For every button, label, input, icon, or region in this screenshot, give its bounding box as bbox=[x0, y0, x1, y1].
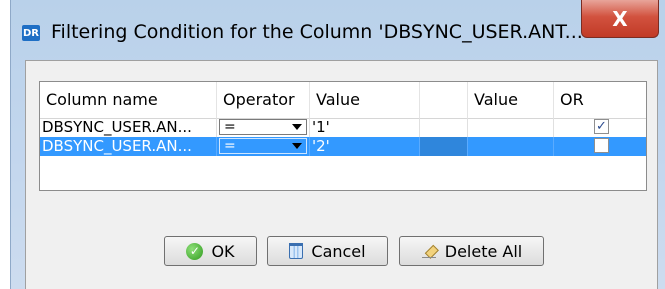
table-row-selected[interactable]: DBSYNC_USER.AN... = '2' bbox=[40, 137, 646, 156]
or-checkbox[interactable] bbox=[594, 138, 609, 153]
operator-dropdown[interactable]: = bbox=[219, 119, 307, 135]
cell-value-2[interactable] bbox=[468, 118, 554, 137]
cell-blank[interactable] bbox=[420, 118, 468, 137]
ok-label: OK bbox=[211, 241, 235, 261]
header-column-name[interactable]: Column name bbox=[40, 82, 217, 118]
table-header: Column name Operator Value Value OR bbox=[40, 82, 646, 119]
cell-value[interactable]: '1' bbox=[310, 118, 420, 137]
operator-dropdown[interactable]: = bbox=[219, 138, 307, 154]
operator-value: = bbox=[224, 138, 236, 154]
trash-icon bbox=[289, 243, 304, 259]
check-circle-icon: ✓ bbox=[186, 242, 204, 260]
conditions-table[interactable]: Column name Operator Value Value OR DBSY… bbox=[39, 81, 647, 191]
delete-all-button[interactable]: Delete All bbox=[399, 236, 544, 266]
header-operator[interactable]: Operator bbox=[217, 82, 310, 118]
delete-all-label: Delete All bbox=[444, 241, 523, 261]
cell-operator: = bbox=[217, 137, 310, 156]
cell-column-name[interactable]: DBSYNC_USER.AN... bbox=[40, 137, 217, 156]
table-row[interactable]: DBSYNC_USER.AN... = '1' ✓ bbox=[40, 118, 646, 137]
header-value-2[interactable]: Value bbox=[468, 82, 554, 118]
eraser-icon bbox=[421, 243, 437, 259]
cell-or: ✓ bbox=[554, 118, 646, 137]
chevron-down-icon bbox=[292, 143, 302, 149]
close-button[interactable]: X bbox=[581, 0, 659, 38]
cell-or bbox=[554, 137, 646, 156]
header-value[interactable]: Value bbox=[310, 82, 420, 118]
close-icon: X bbox=[612, 6, 628, 31]
cell-operator: = bbox=[217, 118, 310, 137]
cell-blank[interactable] bbox=[420, 137, 468, 156]
or-checkbox[interactable]: ✓ bbox=[594, 119, 609, 134]
cell-column-name[interactable]: DBSYNC_USER.AN... bbox=[40, 118, 217, 137]
header-or[interactable]: OR bbox=[554, 82, 646, 118]
cell-value-2[interactable] bbox=[468, 137, 554, 156]
header-blank[interactable] bbox=[420, 82, 468, 118]
window-title: Filtering Condition for the Column 'DBSY… bbox=[51, 21, 583, 43]
chevron-down-icon bbox=[292, 124, 302, 130]
dialog-body: Column name Operator Value Value OR DBSY… bbox=[25, 60, 658, 289]
cancel-button[interactable]: Cancel bbox=[267, 236, 388, 266]
cancel-label: Cancel bbox=[311, 241, 366, 261]
title-bar[interactable]: DR Filtering Condition for the Column 'D… bbox=[11, 0, 665, 68]
ok-button[interactable]: ✓ OK bbox=[164, 236, 257, 266]
dr-app-icon: DR bbox=[22, 25, 40, 41]
operator-value: = bbox=[224, 119, 236, 135]
dialog-window: DR Filtering Condition for the Column 'D… bbox=[10, 0, 665, 289]
cell-value[interactable]: '2' bbox=[310, 137, 420, 156]
